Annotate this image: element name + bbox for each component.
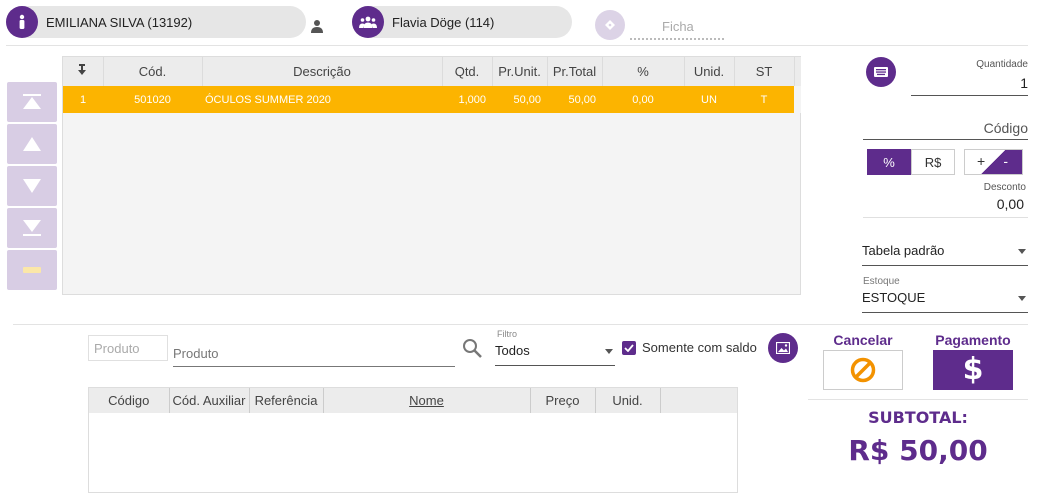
- middle-divider: [13, 324, 1028, 325]
- subtotal-label: SUBTOTAL:: [868, 408, 968, 427]
- seller-selector[interactable]: Flavia Döge (114): [352, 6, 572, 38]
- sort-icon[interactable]: [63, 57, 104, 86]
- col-referencia[interactable]: Referência: [249, 388, 324, 413]
- col-descricao[interactable]: Descrição: [202, 57, 443, 86]
- subtotal-divider: [808, 399, 1028, 400]
- dollar-icon: $: [962, 352, 984, 387]
- cancelar-label: Cancelar: [833, 332, 893, 348]
- top-divider: [6, 45, 1028, 46]
- col-preco[interactable]: Preço: [530, 388, 596, 413]
- currency-toggle[interactable]: R$: [911, 149, 955, 175]
- produto-search-input[interactable]: Produto: [173, 344, 455, 367]
- search-icon[interactable]: [462, 338, 482, 361]
- row-unid: UN: [684, 86, 734, 113]
- move-down-button[interactable]: [7, 166, 57, 206]
- col-st[interactable]: ST: [734, 57, 795, 86]
- payment-button[interactable]: $: [933, 350, 1013, 390]
- row-cod: 501020: [103, 86, 202, 113]
- cancel-icon: [850, 357, 876, 383]
- keyboard-icon: [874, 67, 888, 77]
- codigo-input[interactable]: Código: [863, 116, 1028, 140]
- somente-checkbox[interactable]: [622, 341, 636, 355]
- person-icon: [6, 6, 38, 38]
- percent-toggle[interactable]: %: [867, 149, 911, 175]
- col-pr-unit[interactable]: Pr.Unit.: [492, 57, 548, 86]
- remove-item-button[interactable]: [7, 250, 57, 290]
- row-number: 1: [63, 86, 103, 113]
- col-unid[interactable]: Unid.: [595, 388, 661, 413]
- col-percent[interactable]: %: [602, 57, 685, 86]
- discount-type-toggle[interactable]: % R$: [867, 149, 955, 175]
- items-table: Cód. Descrição Qtd. Pr.Unit. Pr.Total % …: [62, 56, 801, 295]
- image-view-button[interactable]: [768, 333, 798, 363]
- filtro-value: Todos: [495, 343, 530, 358]
- chevron-down-icon: [1018, 249, 1026, 254]
- produto-code-input[interactable]: Produto: [88, 335, 168, 361]
- col-pr-total[interactable]: Pr.Total: [547, 57, 603, 86]
- col-unid[interactable]: Unid.: [684, 57, 735, 86]
- table-row[interactable]: 1 501020 ÓCULOS SUMMER 2020 1,000 50,00 …: [63, 86, 801, 113]
- arrow-bottom-icon: [23, 220, 41, 236]
- image-icon: [776, 342, 790, 354]
- user-icon[interactable]: [311, 19, 323, 36]
- keyboard-button[interactable]: [866, 57, 896, 87]
- tabela-select[interactable]: Tabela padrão: [862, 243, 1028, 266]
- row-st: T: [734, 86, 794, 113]
- arrow-top-icon: [23, 94, 41, 109]
- subtotal-value: R$ 50,00: [848, 434, 988, 467]
- chevron-down-icon: [605, 349, 613, 354]
- col-qtd[interactable]: Qtd.: [442, 57, 493, 86]
- row-qtd: 1,000: [442, 86, 492, 113]
- check-icon: [624, 344, 634, 352]
- desconto-input[interactable]: 0,00: [863, 196, 1028, 218]
- seller-name: Flavia Döge (114): [392, 14, 495, 30]
- tabela-value: Tabela padrão: [862, 243, 945, 258]
- col-cod[interactable]: Cód.: [103, 57, 203, 86]
- row-percent: 0,00: [602, 86, 684, 113]
- minus-icon: [23, 267, 41, 273]
- chevron-down-icon: [1018, 296, 1026, 301]
- pagamento-label: Pagamento: [935, 332, 1011, 348]
- col-cod-auxiliar[interactable]: Cód. Auxiliar: [169, 388, 250, 413]
- row-pr-unit: 50,00: [492, 86, 547, 113]
- client-name: EMILIANA SILVA (13192): [46, 14, 193, 30]
- quantidade-input[interactable]: 1: [911, 72, 1028, 96]
- col-codigo[interactable]: Código: [89, 388, 170, 413]
- row-pr-total: 50,00: [547, 86, 602, 113]
- filtro-label: Filtro: [497, 329, 517, 339]
- move-last-button[interactable]: [7, 208, 57, 248]
- quantidade-label: Quantidade: [976, 59, 1028, 70]
- arrow-down-icon: [23, 179, 41, 193]
- cancel-button[interactable]: [823, 350, 903, 390]
- somente-label: Somente com saldo: [642, 340, 757, 355]
- estoque-select[interactable]: ESTOQUE: [862, 290, 1028, 313]
- move-first-button[interactable]: [7, 82, 57, 122]
- plus-label: +: [977, 153, 986, 169]
- filtro-select[interactable]: Todos: [495, 343, 615, 366]
- col-nome[interactable]: Nome: [323, 388, 531, 413]
- group-icon: [352, 6, 384, 38]
- plus-minus-toggle[interactable]: + -: [964, 149, 1023, 175]
- estoque-label: Estoque: [863, 276, 900, 287]
- arrow-up-icon: [23, 137, 41, 151]
- move-up-button[interactable]: [7, 124, 57, 164]
- product-grid: Código Cód. Auxiliar Referência Nome Pre…: [88, 387, 738, 493]
- ticket-icon[interactable]: [595, 10, 625, 40]
- row-descricao: ÓCULOS SUMMER 2020: [202, 86, 442, 113]
- client-selector[interactable]: EMILIANA SILVA (13192): [6, 6, 306, 38]
- estoque-value: ESTOQUE: [862, 290, 926, 305]
- minus-label: -: [1003, 153, 1008, 169]
- ficha-input[interactable]: Ficha: [630, 18, 724, 40]
- desconto-label: Desconto: [983, 182, 1026, 193]
